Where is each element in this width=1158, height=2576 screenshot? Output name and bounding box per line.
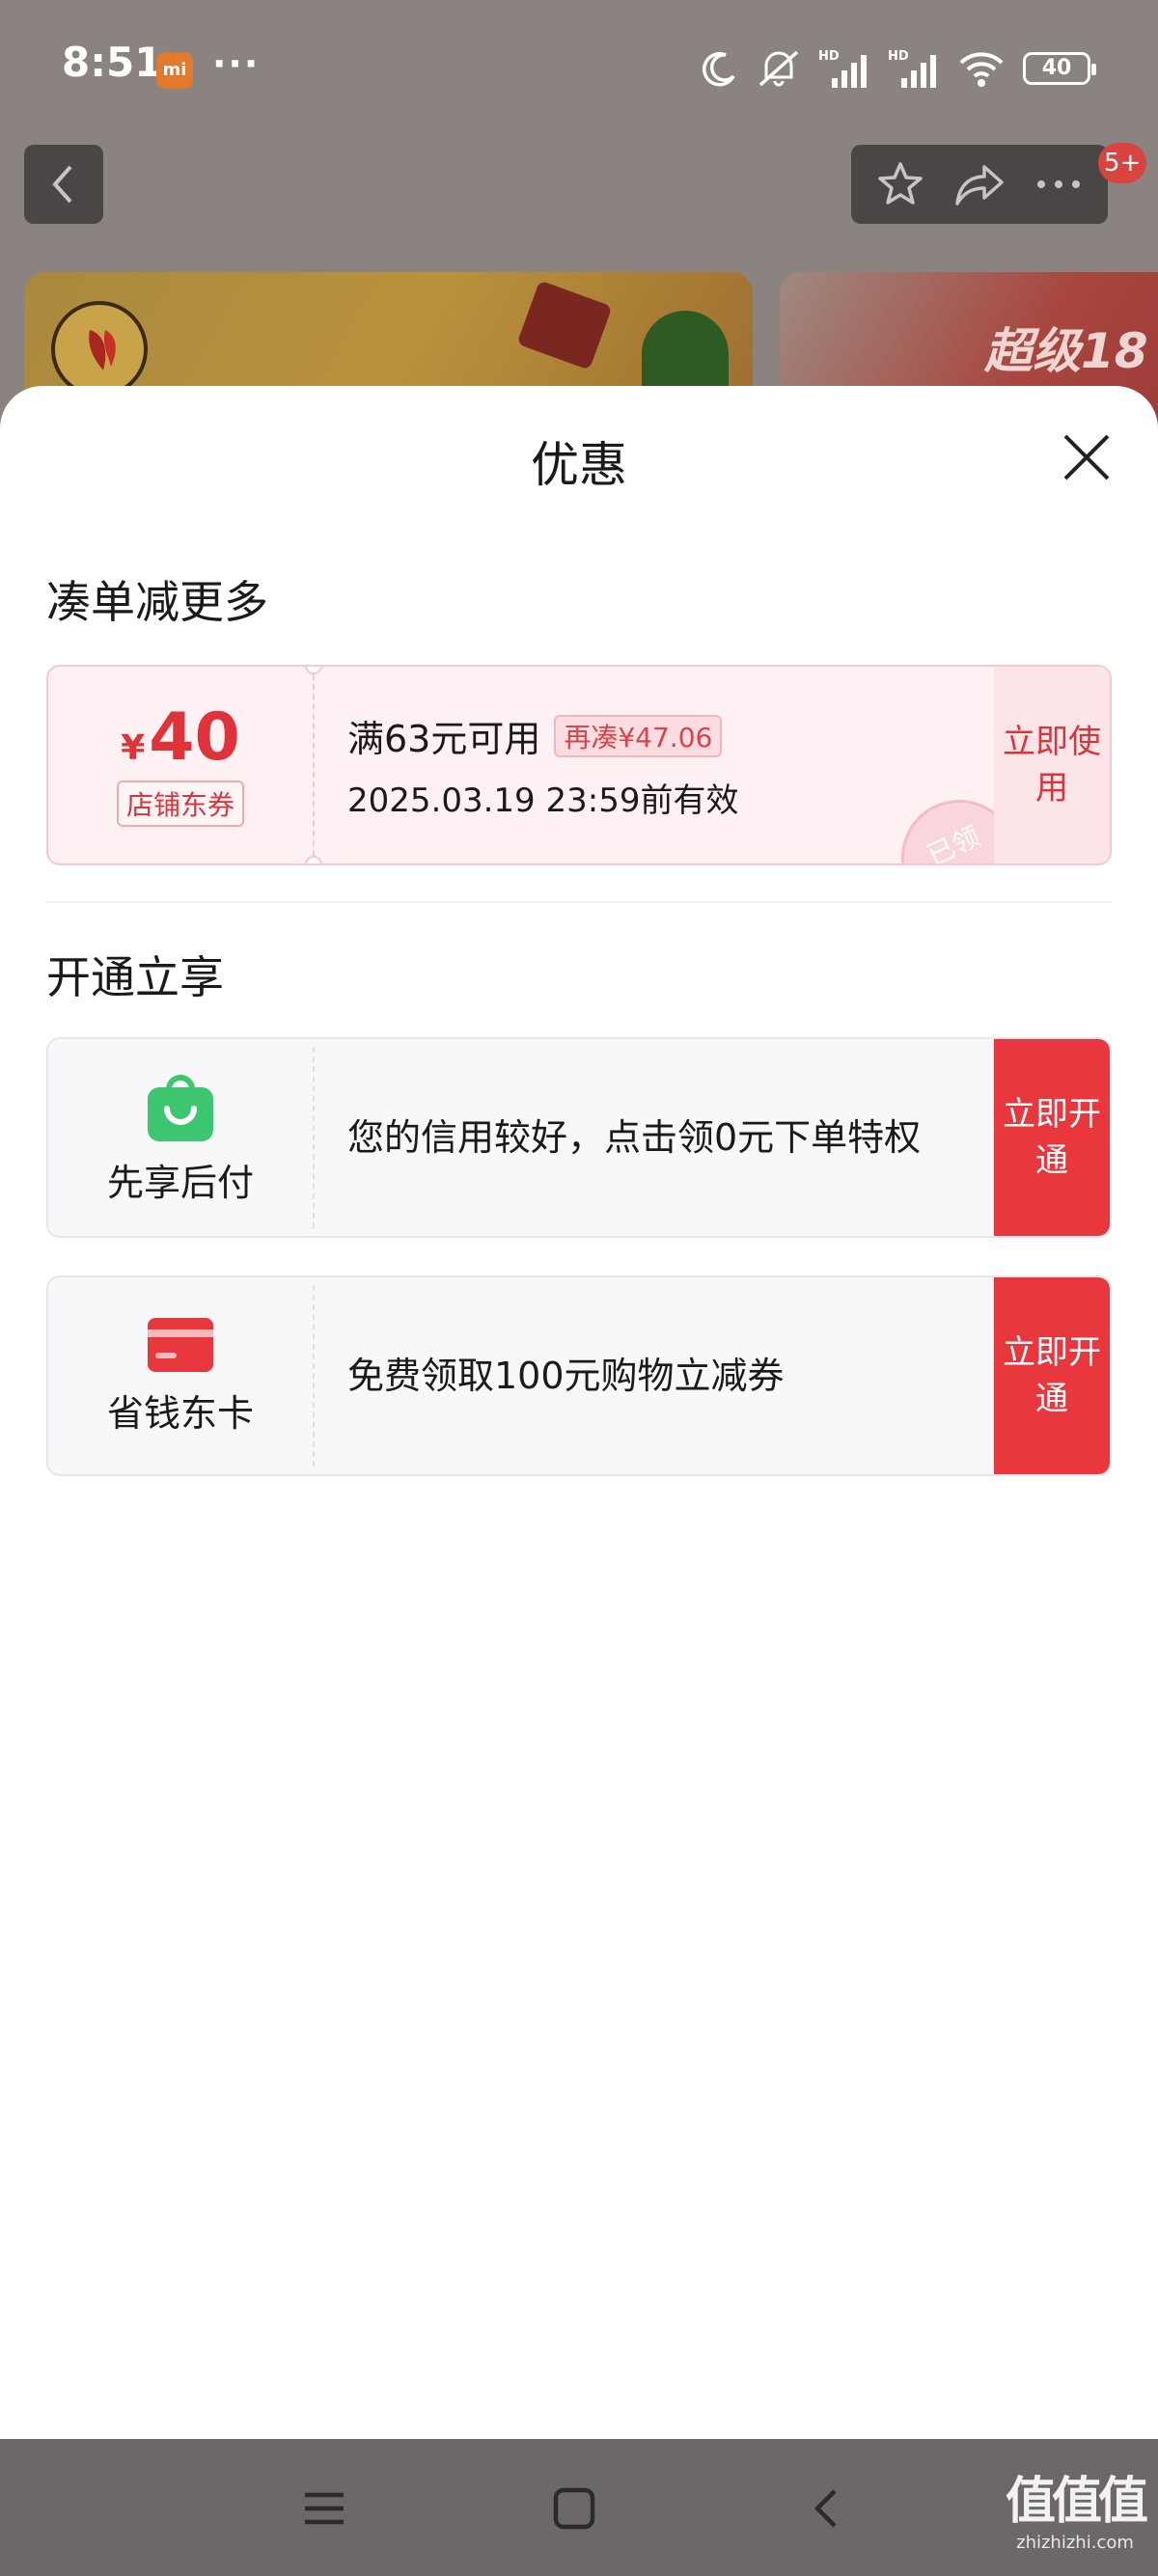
banner-decoration [516,280,613,370]
more-options-icon[interactable] [1034,175,1084,194]
coupon-condition: 满63元可用 [347,718,541,760]
bnpl-description: 您的信用较好，点击领0元下单特权 [347,1116,922,1159]
bnpl-left: 先享后付 [48,1039,313,1236]
message-count-badge: 5+ [1098,143,1147,183]
home-nav-button[interactable] [545,2480,603,2537]
chevron-left-icon [813,2489,837,2528]
coupon-extra-needed: 再凑¥47.06 [554,714,723,757]
banner-promo-text: 超级18 [984,323,1148,379]
favorite-star-icon[interactable] [875,159,925,209]
status-bar: 8:51 mi ··· HD HD 40 [0,0,1158,135]
svg-text:HD: HD [888,49,909,64]
wifi-icon [959,52,1004,87]
moon-icon [703,51,735,87]
bnpl-label: 先享后付 [106,1161,254,1204]
share-icon[interactable] [953,161,1006,207]
coupon-amount: ¥ 40 [121,703,240,773]
menu-icon [305,2492,344,2525]
mute-bell-icon [758,50,799,87]
savings-activate-button[interactable]: 立即开通 [994,1277,1110,1474]
chevron-left-icon [52,165,72,204]
header-actions [851,145,1108,224]
bnpl-card[interactable]: 先享后付 您的信用较好，点击领0元下单特权 立即开通 [46,1037,1112,1238]
shopping-bag-icon [148,1074,213,1141]
back-button[interactable] [24,145,103,224]
battery-icon: 40 [1023,52,1096,85]
system-nav-bar: 值值值 zhizhizhi.com [0,2439,1158,2576]
chili-pepper-icon [89,330,116,370]
use-now-button[interactable]: 立即使用 [994,667,1110,863]
savings-label: 省钱东卡 [106,1391,254,1435]
savings-description: 免费领取100元购物立减券 [347,1355,785,1397]
menu-nav-button[interactable] [295,2480,353,2537]
more-notifications-icon: ··· [212,42,261,85]
savings-divider [313,1285,315,1466]
savings-details: 免费领取100元购物立减券 [347,1277,1013,1474]
home-square-icon [553,2487,595,2530]
status-time: 8:51 [62,39,163,86]
mi-app-icon: mi [156,52,193,89]
site-watermark: 值值值 zhizhizhi.com [1006,2460,1148,2553]
savings-card[interactable]: 省钱东卡 免费领取100元购物立减券 立即开通 [46,1275,1112,1476]
red-card-icon [148,1317,213,1372]
discount-sheet: 优惠 凑单减更多 ¥ 40 店铺东券 满63元可用 再凑¥47.06 2025.… [0,386,1158,2439]
watermark-url: zhizhizhi.com [1016,2533,1134,2553]
coupon-value: 40 [149,699,240,776]
coupon-divider [313,674,315,856]
coupon-value-area: ¥ 40 店铺东券 [48,667,313,863]
section-title-open: 开通立享 [46,951,224,1003]
store-coupon-card[interactable]: ¥ 40 店铺东券 满63元可用 再凑¥47.06 2025.03.19 23:… [46,665,1112,865]
back-nav-button[interactable] [797,2480,855,2537]
svg-text:HD: HD [818,49,840,64]
sheet-title: 优惠 [531,437,627,493]
savings-left: 省钱东卡 [48,1277,313,1474]
signal-hd-icon: HD [818,49,867,88]
bnpl-details: 您的信用较好，点击领0元下单特权 [347,1039,1013,1236]
coupon-validity: 2025.03.19 23:59前有效 [347,781,739,820]
bnpl-divider [313,1047,315,1228]
coupon-type-tag: 店铺东券 [116,781,244,827]
section-title-bundle: 凑单减更多 [46,576,268,628]
bnpl-activate-button[interactable]: 立即开通 [994,1039,1110,1236]
coupon-currency: ¥ [121,728,146,768]
watermark-logo-text: 值值值 [1006,2473,1148,2531]
status-icons: HD HD 40 [701,44,1096,93]
coupon-notch-bottom [305,856,322,863]
background-page: 8:51 mi ··· HD HD 40 5+ 超级18 [0,0,1158,444]
close-icon[interactable] [1058,428,1116,486]
signal-hd-2-icon: HD [888,49,936,88]
section-divider [46,901,1112,903]
brand-logo [51,301,148,397]
